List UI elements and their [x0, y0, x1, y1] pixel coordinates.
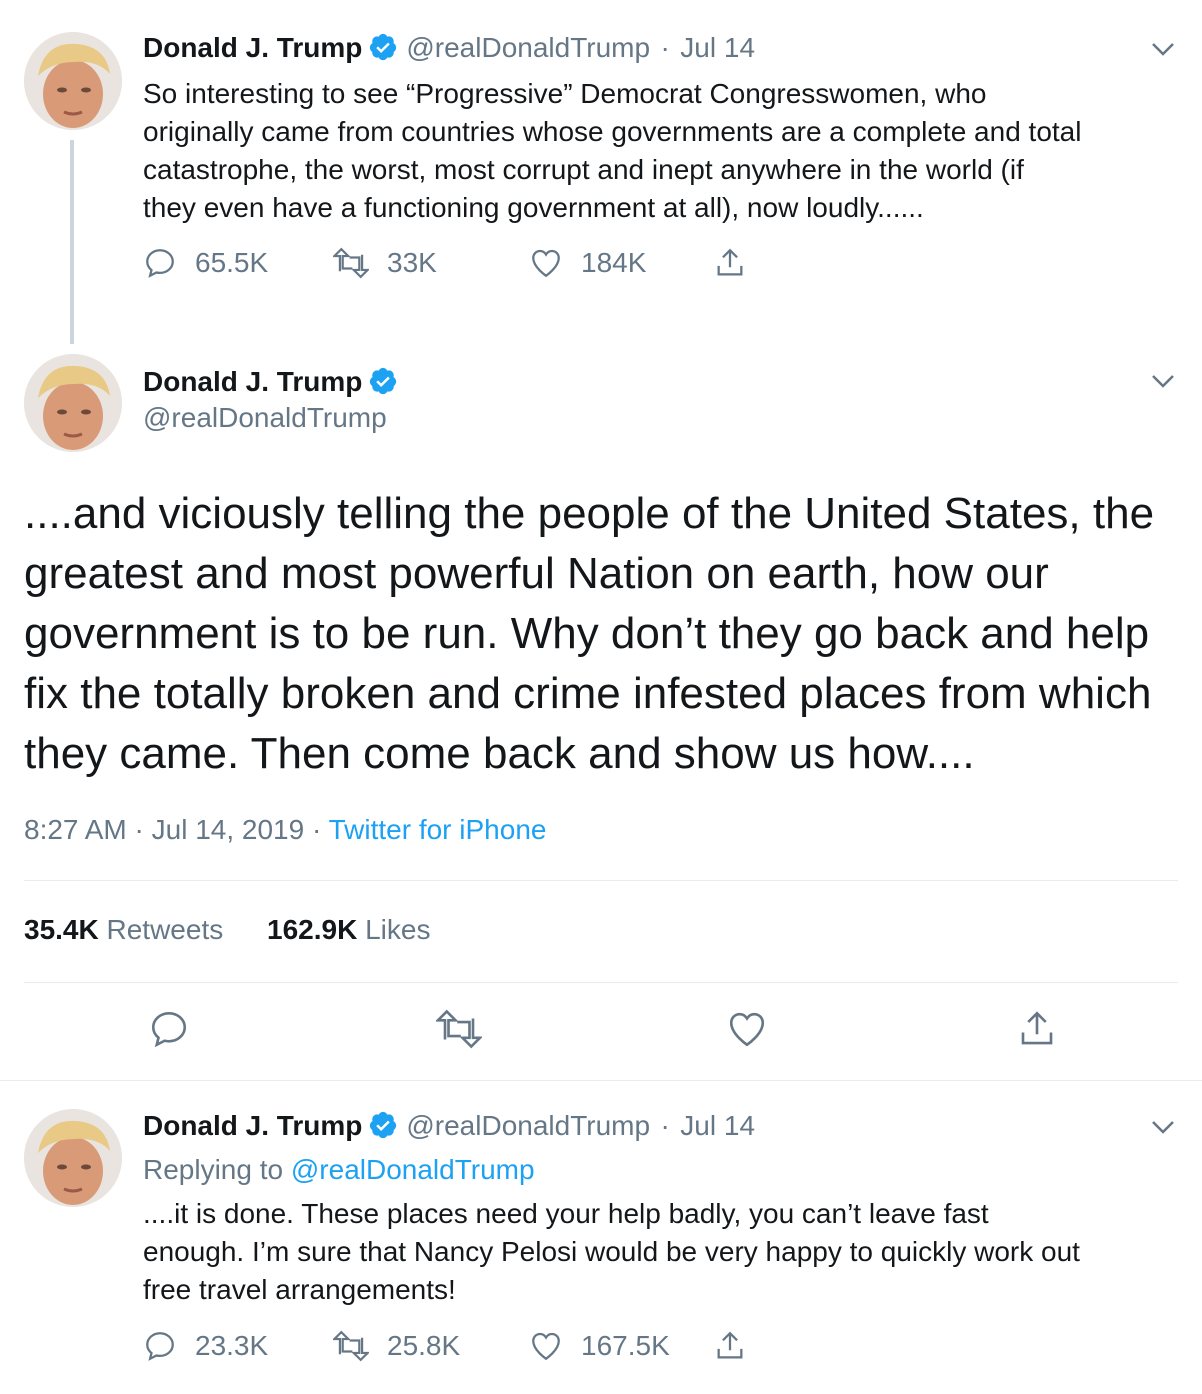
share-icon — [717, 1331, 743, 1359]
verified-badge-icon — [368, 32, 398, 62]
tweet-text-line: catastrophe, the worst, most corrupt and… — [143, 154, 1024, 185]
reply-icon[interactable] — [148, 1008, 190, 1050]
tweet-time[interactable]: 8:27 AM — [24, 814, 127, 845]
retweets-count: 35.4K — [24, 914, 99, 945]
separator-dot: · — [134, 814, 144, 845]
retweet-count: 25.8K — [387, 1330, 461, 1361]
share-button[interactable] — [713, 1329, 765, 1363]
tweet-meta: 8:27 AM · Jul 14, 2019 · Twitter for iPh… — [24, 814, 546, 846]
tweet-date[interactable]: Jul 14 — [680, 32, 755, 63]
like-count: 167.5K — [581, 1330, 670, 1361]
chevron-down-icon[interactable] — [1148, 366, 1178, 396]
tweet-header: Donald J. Trump @realDonaldTrump · Jul 14 — [143, 1110, 755, 1142]
reply-button[interactable]: 65.5K — [143, 246, 333, 280]
tweet-text: ....it is done. These places need your h… — [143, 1195, 1080, 1309]
author-handle[interactable]: @realDonaldTrump — [406, 1110, 650, 1141]
tweet-3[interactable]: Donald J. Trump @realDonaldTrump · Jul 14… — [0, 1081, 1202, 1394]
reply-icon — [146, 249, 174, 278]
reply-count: 23.3K — [195, 1330, 269, 1361]
author-handle[interactable]: @realDonaldTrump — [406, 32, 650, 63]
share-icon — [717, 248, 743, 276]
tweet-text: So interesting to see “Progressive” Demo… — [143, 75, 1081, 227]
tweet-text-line: ....and viciously telling the people of … — [24, 489, 1155, 538]
share-button[interactable] — [713, 246, 765, 280]
tweet-text-line: they came. Then come back and show us ho… — [24, 729, 975, 778]
divider — [24, 982, 1178, 983]
share-icon[interactable] — [1016, 1008, 1058, 1050]
replying-to: Replying to @realDonaldTrump — [143, 1154, 535, 1186]
retweet-icon — [333, 1330, 369, 1362]
divider — [24, 880, 1178, 881]
tweet-actions: 65.5K 33K 184K — [143, 246, 765, 280]
tweet-source-link[interactable]: Twitter for iPhone — [329, 814, 547, 845]
avatar[interactable] — [24, 354, 122, 452]
tweet-text-line: government is to be run. Why don’t they … — [24, 609, 1150, 658]
tweet-text-line: originally came from countries whose gov… — [143, 116, 1082, 147]
avatar[interactable] — [24, 32, 122, 130]
tweet-text-line: free travel arrangements! — [143, 1274, 456, 1305]
tweet-text: ....and viciously telling the people of … — [24, 484, 1154, 784]
retweet-icon — [333, 247, 369, 279]
separator-dot: · — [660, 32, 670, 63]
like-button[interactable]: 184K — [529, 246, 713, 280]
thread-connector — [70, 140, 74, 344]
separator-dot: · — [311, 814, 322, 845]
heart-icon[interactable] — [726, 1008, 768, 1050]
heart-icon — [532, 249, 560, 278]
retweets-stat[interactable]: 35.4K Retweets — [24, 914, 223, 945]
replying-handle-link[interactable]: @realDonaldTrump — [291, 1154, 535, 1185]
tweet-header: Donald J. Trump @realDonaldTrump · Jul 14 — [143, 32, 755, 64]
like-button[interactable]: 167.5K — [529, 1329, 713, 1363]
likes-count: 162.9K — [267, 914, 358, 945]
likes-label: Likes — [365, 914, 431, 945]
tweet-1[interactable]: Donald J. Trump @realDonaldTrump · Jul 14… — [0, 0, 1202, 344]
tweet-text-line: enough. I’m sure that Nancy Pelosi would… — [143, 1236, 1080, 1267]
author-name[interactable]: Donald J. Trump — [143, 1110, 362, 1141]
tweet-stats: 35.4K Retweets 162.9K Likes — [24, 914, 430, 946]
tweet-2-focused[interactable]: Donald J. Trump @realDonaldTrump ....and… — [0, 340, 1202, 1080]
tweet-actions: 23.3K 25.8K 167.5K — [143, 1329, 765, 1363]
separator-dot: · — [660, 1110, 670, 1141]
avatar[interactable] — [24, 1109, 122, 1207]
reply-icon — [146, 1332, 174, 1361]
verified-badge-icon — [368, 366, 398, 396]
tweet-text-line: fix the totally broken and crime infeste… — [24, 669, 1152, 718]
retweet-icon[interactable] — [436, 1008, 482, 1050]
author-handle[interactable]: @realDonaldTrump — [143, 402, 406, 434]
replying-label: Replying to — [143, 1154, 284, 1185]
retweet-button[interactable]: 33K — [333, 246, 529, 280]
tweet-header: Donald J. Trump @realDonaldTrump — [143, 366, 406, 434]
reply-count: 65.5K — [195, 247, 269, 278]
verified-badge-icon — [368, 1110, 398, 1140]
chevron-down-icon[interactable] — [1148, 34, 1178, 64]
retweet-button[interactable]: 25.8K — [333, 1329, 529, 1363]
chevron-down-icon[interactable] — [1148, 1112, 1178, 1142]
retweet-count: 33K — [387, 247, 437, 278]
tweet-text-line: greatest and most powerful Nation on ear… — [24, 549, 1049, 598]
author-name[interactable]: Donald J. Trump — [143, 32, 362, 63]
tweet-actions-large — [0, 1008, 1202, 1058]
heart-icon — [532, 1332, 560, 1361]
tweet-full-date[interactable]: Jul 14, 2019 — [152, 814, 305, 845]
reply-button[interactable]: 23.3K — [143, 1329, 333, 1363]
tweet-text-line: So interesting to see “Progressive” Demo… — [143, 78, 987, 109]
tweet-text-line: they even have a functioning government … — [143, 192, 924, 223]
tweet-text-line: ....it is done. These places need your h… — [143, 1198, 989, 1229]
likes-stat[interactable]: 162.9K Likes — [267, 914, 430, 945]
retweets-label: Retweets — [106, 914, 224, 945]
tweet-date[interactable]: Jul 14 — [680, 1110, 755, 1141]
author-name[interactable]: Donald J. Trump — [143, 366, 362, 397]
like-count: 184K — [581, 247, 647, 278]
